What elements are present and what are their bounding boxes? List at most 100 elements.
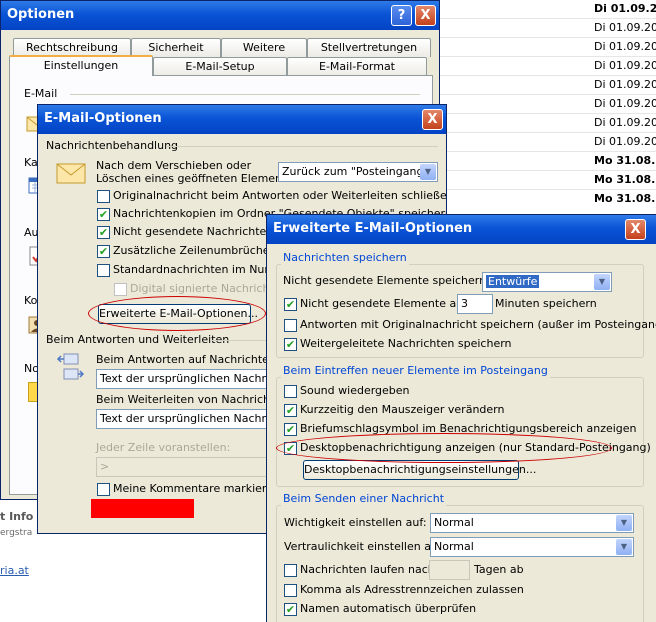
- tab-email-setup[interactable]: E-Mail-Setup: [153, 57, 287, 76]
- mail-list-row[interactable]: Di 01.09.200: [430, 0, 656, 19]
- group-senden-label: Beim Senden einer Nachricht: [281, 492, 447, 506]
- plain-text-checkbox[interactable]: [97, 264, 110, 277]
- digitally-signed-label: Digital signierte Nachrichten: [130, 282, 288, 295]
- erweiterte-titlebar: Erweiterte E-Mail-Optionen X: [267, 215, 656, 244]
- save-in-select-value: Entwürfe: [486, 275, 540, 288]
- mail-date-cell: Di 01.09.200: [594, 78, 656, 91]
- email-optionen-title: E-Mail-Optionen: [44, 111, 162, 126]
- after-move-select[interactable]: Zurück zum "Posteingang" ▼: [278, 162, 438, 182]
- tab-einstellungen[interactable]: Einstellungen: [9, 55, 153, 76]
- mail-date-cell: Di 01.09.200: [594, 135, 656, 148]
- after-move-select-value: Zurück zum "Posteingang": [282, 165, 429, 178]
- auto-check-names-checkbox[interactable]: ✔: [284, 603, 297, 616]
- group-eintreffen-label: Beim Eintreffen neuer Elemente im Postei…: [281, 364, 550, 378]
- mail-date-cell: Mo 31.08.2: [594, 173, 656, 186]
- after-move-label-line2: Löschen eines geöffneten Elements:: [96, 172, 296, 185]
- mouse-pointer-checkbox[interactable]: ✔: [284, 404, 297, 417]
- forward-save-label: Weitergeleitete Nachrichten speichern: [300, 337, 512, 350]
- mark-color-swatch[interactable]: [91, 499, 194, 518]
- group-nachrichten-speichern-label: Nachrichten speichern: [281, 251, 409, 265]
- autosave-minutes-input[interactable]: 3: [457, 294, 493, 314]
- comma-separator-checkbox[interactable]: [284, 584, 297, 597]
- save-in-label: Nicht gesendete Elemente speichern in:: [283, 274, 504, 287]
- optionen-close-button[interactable]: X: [415, 5, 436, 26]
- forward-select-value: Text der ursprünglichen Nachricht: [100, 412, 287, 425]
- expire-checkbox[interactable]: [284, 564, 297, 577]
- autosave-unit-label: Minuten speichern: [495, 297, 597, 310]
- mail-date-cell: Di 01.09.200: [594, 21, 656, 34]
- mail-list-row[interactable]: Di 01.09.200: [430, 76, 656, 95]
- save-unsent-checkbox[interactable]: ✔: [97, 226, 110, 239]
- mail-list-background: Di 01.09.200 Di 01.09.200 Di 01.09.200 Di 0…: [430, 0, 656, 209]
- extra-linebreaks-checkbox[interactable]: ✔: [97, 245, 110, 258]
- help-button[interactable]: ?: [391, 5, 412, 26]
- erweiterte-email-optionen-window: Erweiterte E-Mail-Optionen X Nachrichten…: [266, 214, 656, 622]
- mail-list-row[interactable]: Di 01.09.200: [430, 133, 656, 152]
- tab-weitere[interactable]: Weitere: [221, 38, 307, 57]
- reply-select-value: Text der ursprünglichen Nachricht: [100, 372, 287, 385]
- chevron-down-icon: ▼: [420, 164, 436, 180]
- sound-checkbox[interactable]: [284, 385, 297, 398]
- save-copies-checkbox[interactable]: ✔: [97, 208, 110, 221]
- tab-stellvertretungen[interactable]: Stellvertretungen: [307, 38, 431, 57]
- mail-list-row[interactable]: Di 01.09.200: [430, 38, 656, 57]
- footer-bold-text: t Info: [0, 510, 34, 523]
- mail-list-row[interactable]: Mo 31.08.2: [430, 152, 656, 171]
- close-original-checkbox[interactable]: [97, 190, 110, 203]
- mail-list-row[interactable]: Di 01.09.200: [430, 95, 656, 114]
- mail-date-cell: Di 01.09.200: [594, 2, 656, 15]
- mark-comments-checkbox[interactable]: [97, 483, 110, 496]
- importance-select[interactable]: Normal ▼: [430, 513, 634, 533]
- forward-label: Beim Weiterleiten von Nachrichten: [96, 393, 289, 406]
- autosave-label: Nicht gesendete Elemente alle: [300, 297, 470, 310]
- importance-label: Wichtigkeit einstellen auf:: [284, 516, 427, 529]
- chevron-down-icon: ▼: [616, 539, 632, 555]
- desktop-alert-highlight-ellipse: [276, 433, 612, 463]
- reply-save-checkbox[interactable]: [284, 319, 297, 332]
- expire-unit-label: Tagen ab: [474, 563, 524, 576]
- forward-save-checkbox[interactable]: ✔: [284, 338, 297, 351]
- mail-date-cell: Di 01.09.200: [594, 40, 656, 53]
- reply-forward-icon: [56, 351, 85, 383]
- sensitivity-select[interactable]: Normal ▼: [430, 537, 634, 557]
- mark-comments-label: Meine Kommentare markieren:: [113, 482, 284, 495]
- footer-link[interactable]: ria.at: [0, 564, 29, 578]
- digitally-signed-checkbox[interactable]: [114, 283, 127, 296]
- envelope-tray-checkbox[interactable]: ✔: [284, 423, 297, 436]
- plain-text-label: Standardnachrichten im Nur-Tex: [113, 263, 290, 276]
- save-in-select[interactable]: Entwürfe ▼: [482, 272, 612, 292]
- mouse-pointer-label: Kurzzeitig den Mauszeiger verändern: [300, 403, 505, 416]
- tab-email-format[interactable]: E-Mail-Format: [287, 57, 427, 76]
- expire-days-input[interactable]: [429, 560, 470, 580]
- importance-select-value: Normal: [434, 516, 474, 529]
- mail-list-row[interactable]: Mo 31.08.2: [430, 171, 656, 190]
- autosave-checkbox[interactable]: ✔: [284, 298, 297, 311]
- close-original-label: Originalnachricht beim Antworten oder We…: [113, 189, 447, 202]
- comma-separator-label: Komma als Adresstrennzeichen zulassen: [300, 583, 524, 596]
- email-optionen-titlebar: E-Mail-Optionen X: [38, 105, 446, 134]
- desktop-alert-settings-button[interactable]: Desktopbenachrichtigungseinstellungen...: [303, 460, 536, 480]
- erweiterte-close-button[interactable]: X: [625, 219, 646, 240]
- envelope-icon: [56, 161, 86, 185]
- chevron-down-icon: ▼: [616, 515, 632, 531]
- reply-save-label: Antworten mit Originalnachricht speicher…: [300, 318, 656, 331]
- mail-date-cell: Mo 31.08.2: [594, 154, 656, 167]
- mail-list-row[interactable]: Di 01.09.200: [430, 114, 656, 133]
- auto-check-names-label: Namen automatisch überprüfen: [300, 602, 477, 615]
- mail-date-cell: Di 01.09.200: [594, 59, 656, 72]
- prefix-label: Jeder Zeile voranstellen:: [96, 441, 231, 454]
- footer-text: ergstra: [0, 528, 33, 538]
- sensitivity-label: Vertraulichkeit einstellen auf:: [284, 540, 446, 553]
- nachrichtenbehandlung-label: Nachrichtenbehandlung: [46, 139, 179, 152]
- email-optionen-close-button[interactable]: X: [422, 109, 443, 130]
- erweiterte-title: Erweiterte E-Mail-Optionen: [273, 221, 473, 236]
- section-email-label: E-Mail: [24, 87, 58, 100]
- reply-forward-section-label: Beim Antworten und Weiterleiten: [46, 333, 230, 346]
- advanced-highlight-ellipse: [88, 296, 266, 331]
- expire-label: Nachrichten laufen nach: [300, 563, 435, 576]
- mail-date-cell: Di 01.09.200: [594, 97, 656, 110]
- mail-list-row[interactable]: Di 01.09.200: [430, 19, 656, 38]
- mail-date-cell: Di 01.09.200: [594, 116, 656, 129]
- optionen-titlebar: Optionen ? X: [1, 1, 439, 30]
- mail-list-row[interactable]: Di 01.09.200: [430, 57, 656, 76]
